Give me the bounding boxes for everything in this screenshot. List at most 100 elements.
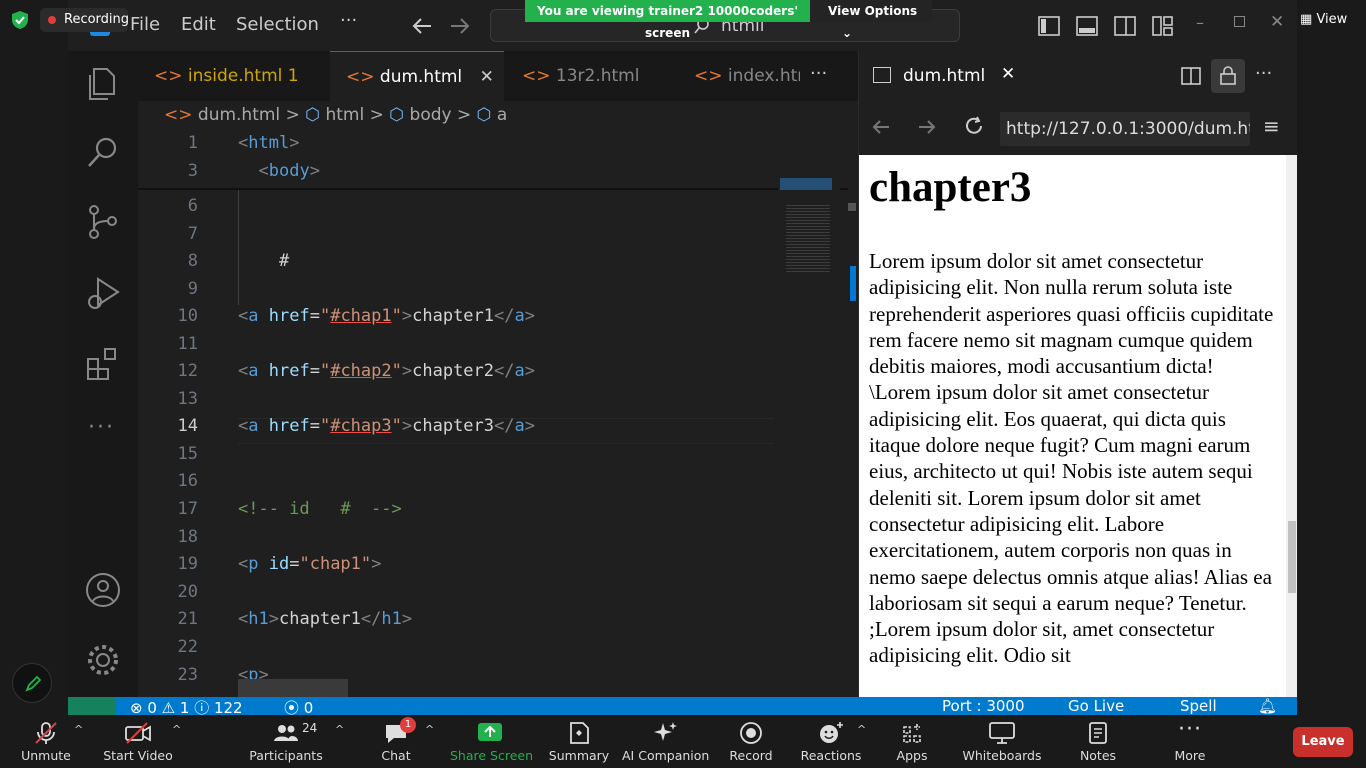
unmute-button[interactable]: Unmute [10, 715, 82, 768]
reactions-options-caret[interactable]: ^ [857, 723, 866, 736]
participants-button[interactable]: 24 Participants [246, 715, 326, 768]
reactions-button[interactable]: Reactions [798, 715, 864, 768]
breadcrumb-html[interactable]: html [325, 105, 364, 125]
error-count: 0 [147, 699, 157, 715]
preview-forward-icon[interactable] [917, 118, 937, 136]
status-ports[interactable]: ⦿ 0 [284, 697, 313, 715]
start-video-button[interactable]: Start Video [98, 715, 178, 768]
menu-selection[interactable]: Selection [236, 14, 319, 35]
maximize-window-icon[interactable] [1234, 16, 1245, 27]
split-editor-icon[interactable] [1181, 67, 1201, 85]
breadcrumb-file[interactable]: dum.html [198, 105, 280, 125]
notes-button[interactable]: Notes [1072, 715, 1124, 768]
minimap[interactable] [778, 133, 840, 697]
line-number: 12 [177, 361, 198, 381]
line-number: 18 [177, 527, 198, 547]
tab-13r2-html[interactable]: <> 13r2.html [506, 51, 676, 101]
code-token: href [268, 361, 310, 381]
notifications-bell-icon[interactable]: 🔔︎ [1258, 697, 1277, 715]
manage-gear-icon[interactable] [84, 641, 122, 679]
more-views-icon[interactable]: ··· [88, 415, 115, 440]
status-spell[interactable]: Spell [1180, 697, 1217, 715]
annotate-button[interactable] [12, 663, 52, 703]
forward-arrow-icon[interactable] [449, 16, 471, 36]
menu-file[interactable]: File [130, 14, 160, 35]
code-token: chapter1 [278, 609, 361, 629]
source-control-icon[interactable] [84, 203, 122, 241]
scrollbar-thumb[interactable] [848, 203, 856, 211]
explorer-icon[interactable] [84, 65, 122, 103]
code-line: <p id="chap1"> [238, 554, 381, 574]
tab-label: index.htm [727, 66, 800, 86]
preview-back-icon[interactable] [871, 118, 891, 136]
accounts-icon[interactable] [84, 571, 122, 609]
security-shield-icon[interactable] [11, 10, 29, 30]
recording-indicator[interactable]: Recording [40, 8, 129, 32]
scrollbar-cursor-marker [850, 266, 856, 301]
breadcrumb-a[interactable]: a [497, 105, 507, 125]
extensions-icon[interactable] [84, 345, 122, 383]
line-number: 9 [187, 279, 198, 299]
participants-options-caret[interactable]: ^ [335, 723, 344, 736]
preview-scrollbar[interactable] [1286, 155, 1297, 697]
ai-companion-button[interactable]: AI Companion [622, 715, 709, 768]
customize-layout-icon[interactable] [1152, 16, 1174, 36]
share-screen-button[interactable]: Share Screen [450, 715, 533, 768]
preview-tab-label[interactable]: dum.html [903, 66, 985, 86]
view-options-button[interactable]: View Options ⌄ [810, 0, 932, 40]
minimize-window-icon[interactable]: – [1196, 13, 1204, 32]
editor-vertical-scrollbar[interactable] [848, 133, 856, 697]
whiteboards-button[interactable]: Whiteboards [962, 715, 1042, 768]
code-line: <html> [238, 133, 299, 153]
preview-more-actions[interactable]: ··· [1255, 63, 1272, 84]
code-token: # [238, 251, 290, 271]
ai-sparkle-icon [654, 722, 677, 741]
video-options-caret[interactable]: ^ [172, 723, 181, 736]
search-sidebar-icon[interactable] [84, 133, 122, 171]
code-token: " [391, 361, 402, 381]
view-options-label: View Options [828, 4, 918, 18]
status-go-live[interactable]: Go Live [1068, 697, 1124, 715]
tab-index-html[interactable]: <> index.htm [678, 51, 800, 101]
menu-edit[interactable]: Edit [181, 14, 216, 35]
status-port[interactable]: Port : 3000 [942, 697, 1025, 715]
toggle-secondary-sidebar-icon[interactable] [1114, 16, 1136, 36]
preview-url-input[interactable]: http://127.0.0.1:3000/dum.html [1000, 112, 1250, 146]
code-token: < [238, 133, 249, 153]
code-editor[interactable]: 1 <html> 3 <body> 6 7 8 #9 10 <a href="#chap1">… [138, 133, 858, 697]
summary-button[interactable]: Summary [546, 715, 612, 768]
preview-scrollbar-thumb[interactable] [1288, 521, 1296, 593]
tab-inside-html[interactable]: <> inside.html 1 [138, 51, 328, 101]
toggle-panel-icon[interactable] [1076, 16, 1098, 36]
notes-icon [1089, 722, 1107, 744]
chat-button[interactable]: 1 Chat [370, 715, 422, 768]
apps-button[interactable]: Apps [886, 715, 938, 768]
participants-label: Participants [249, 748, 323, 763]
status-problems[interactable]: ⊗ 0 ⚠ 1 ⓘ 122 [130, 697, 243, 715]
tab-actions-more[interactable]: ··· [810, 63, 827, 84]
remote-indicator[interactable] [68, 697, 116, 715]
breadcrumb-body[interactable]: body [410, 105, 452, 125]
preview-menu-icon[interactable]: ≡ [1263, 114, 1280, 138]
code-token: " [319, 361, 331, 381]
warning-count: 1 [179, 699, 190, 715]
reload-icon[interactable] [963, 115, 985, 137]
record-button[interactable]: Record [720, 715, 782, 768]
toggle-primary-sidebar-icon[interactable] [1038, 16, 1060, 36]
back-arrow-icon[interactable] [411, 16, 433, 36]
close-preview-icon[interactable]: ✕ [1001, 64, 1015, 84]
line-number: 11 [177, 334, 198, 354]
tab-dum-html[interactable]: <> dum.html ✕ [330, 51, 504, 101]
audio-options-caret[interactable]: ^ [74, 723, 83, 736]
close-tab-icon[interactable]: ✕ [480, 67, 494, 87]
view-button[interactable]: ▦ View [1300, 8, 1356, 32]
leave-meeting-button[interactable]: Leave [1293, 727, 1353, 757]
code-token: #chap3 [330, 416, 392, 436]
more-button[interactable]: ··· More [1164, 715, 1216, 768]
horizontal-scrollbar-thumb[interactable] [238, 679, 348, 697]
code-token: < [238, 554, 249, 574]
run-debug-icon[interactable] [84, 273, 122, 311]
chat-options-caret[interactable]: ^ [425, 723, 434, 736]
menu-more[interactable]: ··· [340, 10, 357, 31]
close-window-icon[interactable]: ✕ [1270, 12, 1284, 32]
